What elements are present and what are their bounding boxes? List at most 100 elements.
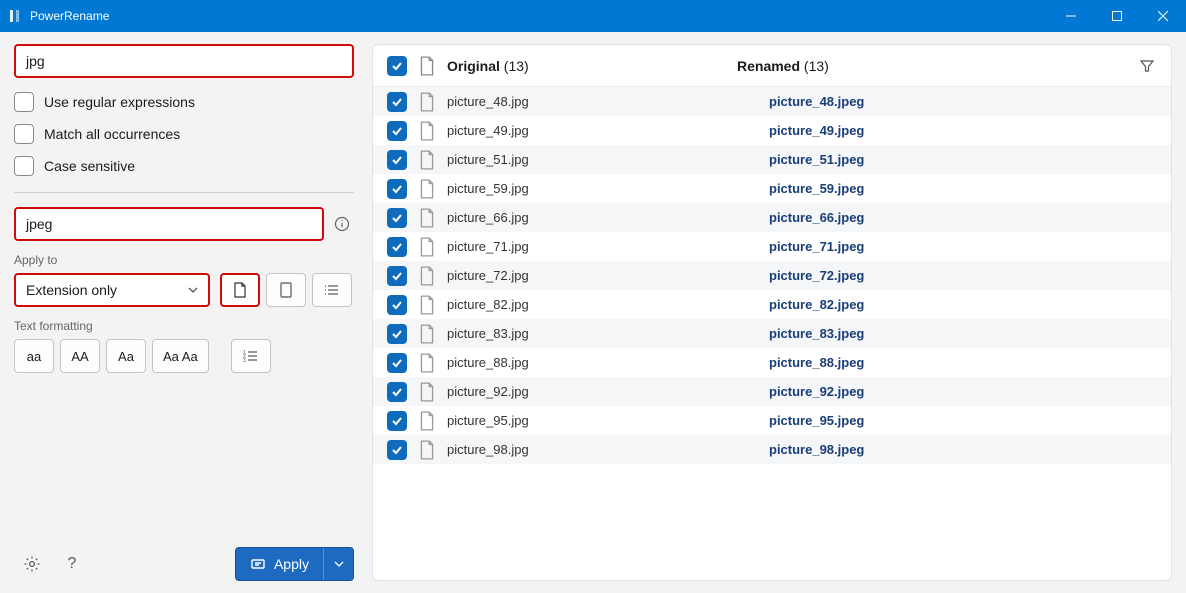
settings-button[interactable] — [14, 547, 50, 581]
file-icon — [419, 237, 435, 257]
file-icon — [419, 295, 435, 315]
row-checkbox[interactable] — [387, 92, 407, 112]
row-checkbox[interactable] — [387, 150, 407, 170]
file-rows: picture_48.jpgpicture_48.jpegpicture_49.… — [373, 87, 1171, 580]
maximize-button[interactable] — [1094, 0, 1140, 32]
option-case-sensitive[interactable]: Case sensitive — [14, 150, 354, 182]
format-titlecase-button[interactable]: Aa — [106, 339, 146, 373]
select-all-checkbox[interactable] — [387, 56, 407, 76]
row-checkbox[interactable] — [387, 208, 407, 228]
original-name: picture_95.jpg — [447, 413, 757, 428]
info-icon[interactable] — [330, 212, 354, 236]
file-row[interactable]: picture_92.jpg picture_92.jpeg — [373, 377, 1171, 406]
include-subfolders-button[interactable] — [312, 273, 352, 307]
file-row[interactable]: picture_59.jpgpicture_59.jpeg — [373, 174, 1171, 203]
apply-dropdown-button[interactable] — [323, 548, 353, 580]
row-checkbox[interactable] — [387, 382, 407, 402]
column-original[interactable]: Original (13) — [447, 58, 529, 74]
file-icon — [419, 150, 435, 170]
file-icon — [419, 266, 435, 286]
file-icon — [419, 382, 435, 402]
file-row[interactable]: picture_98.jpgpicture_98.jpeg — [373, 435, 1171, 464]
row-checkbox[interactable] — [387, 266, 407, 286]
list-icon — [324, 283, 340, 297]
renamed-name: picture_71.jpeg — [769, 239, 1157, 254]
help-button[interactable]: ? — [54, 547, 90, 581]
search-input[interactable]: jpg — [14, 44, 354, 78]
renamed-name: picture_82.jpeg — [769, 297, 1157, 312]
format-uppercase-button[interactable]: AA — [60, 339, 100, 373]
original-name: picture_82.jpg — [447, 297, 757, 312]
option-label: Use regular expressions — [44, 94, 195, 110]
original-name: picture_92.jpg — [447, 384, 757, 399]
include-files-button[interactable] — [220, 273, 260, 307]
file-row[interactable]: picture_72.jpg picture_72.jpeg — [373, 261, 1171, 290]
renamed-name: picture_48.jpeg — [769, 94, 1157, 109]
original-name: picture_71.jpg — [447, 239, 757, 254]
row-checkbox[interactable] — [387, 121, 407, 141]
renamed-name: picture_66.jpeg — [769, 210, 1157, 225]
renamed-name: picture_59.jpeg — [769, 181, 1157, 196]
apply-button[interactable]: Apply — [235, 547, 354, 581]
renamed-name: picture_92.jpeg — [769, 384, 1157, 399]
file-icon — [419, 324, 435, 344]
row-checkbox[interactable] — [387, 237, 407, 257]
file-row[interactable]: picture_83.jpg picture_83.jpeg — [373, 319, 1171, 348]
window-title: PowerRename — [30, 9, 109, 23]
chevron-down-icon — [334, 559, 344, 569]
option-label: Case sensitive — [44, 158, 135, 174]
original-name: picture_83.jpg — [447, 326, 757, 341]
folder-icon — [279, 282, 293, 298]
row-checkbox[interactable] — [387, 411, 407, 431]
dropdown-value: Extension only — [26, 282, 117, 298]
row-checkbox[interactable] — [387, 324, 407, 344]
enumerate-button[interactable]: 123 — [231, 339, 271, 373]
apply-icon — [250, 558, 266, 570]
include-folders-button[interactable] — [266, 273, 306, 307]
option-match-all[interactable]: Match all occurrences — [14, 118, 354, 150]
column-renamed[interactable]: Renamed (13) — [737, 58, 1125, 74]
file-row[interactable]: picture_51.jpgpicture_51.jpeg — [373, 145, 1171, 174]
file-icon — [419, 353, 435, 373]
enumerate-icon: 123 — [243, 349, 259, 363]
checkbox-icon — [14, 92, 34, 112]
file-row[interactable]: picture_95.jpg picture_95.jpeg — [373, 406, 1171, 435]
file-row[interactable]: picture_48.jpgpicture_48.jpeg — [373, 87, 1171, 116]
original-name: picture_49.jpg — [447, 123, 757, 138]
file-row[interactable]: picture_66.jpg picture_66.jpeg — [373, 203, 1171, 232]
format-lowercase-button[interactable]: aa — [14, 339, 54, 373]
file-icon — [419, 56, 435, 76]
replace-input[interactable]: jpeg — [14, 207, 324, 241]
file-icon — [419, 411, 435, 431]
original-name: picture_66.jpg — [447, 210, 757, 225]
renamed-name: picture_95.jpeg — [769, 413, 1157, 428]
file-icon — [233, 282, 247, 298]
minimize-button[interactable] — [1048, 0, 1094, 32]
divider — [14, 192, 354, 193]
file-row[interactable]: picture_82.jpg picture_82.jpeg — [373, 290, 1171, 319]
row-checkbox[interactable] — [387, 440, 407, 460]
renamed-name: picture_83.jpeg — [769, 326, 1157, 341]
filter-button[interactable] — [1137, 59, 1157, 73]
row-checkbox[interactable] — [387, 353, 407, 373]
file-row[interactable]: picture_49.jpgpicture_49.jpeg — [373, 116, 1171, 145]
option-use-regex[interactable]: Use regular expressions — [14, 86, 354, 118]
original-name: picture_72.jpg — [447, 268, 757, 283]
renamed-name: picture_72.jpeg — [769, 268, 1157, 283]
file-row[interactable]: picture_88.jpgpicture_88.jpeg — [373, 348, 1171, 377]
file-panel-header: Original (13) Renamed (13) — [373, 45, 1171, 87]
file-panel: Original (13) Renamed (13) picture_48.jp… — [372, 44, 1172, 581]
original-name: picture_88.jpg — [447, 355, 757, 370]
filter-icon — [1140, 59, 1154, 73]
file-icon — [419, 92, 435, 112]
row-checkbox[interactable] — [387, 179, 407, 199]
apply-label: Apply — [274, 556, 309, 572]
file-row[interactable]: picture_71.jpg picture_71.jpeg — [373, 232, 1171, 261]
close-button[interactable] — [1140, 0, 1186, 32]
apply-to-dropdown[interactable]: Extension only — [14, 273, 210, 307]
original-name: picture_51.jpg — [447, 152, 757, 167]
format-capitalize-button[interactable]: Aa Aa — [152, 339, 209, 373]
row-checkbox[interactable] — [387, 295, 407, 315]
app-icon — [0, 9, 30, 23]
sidebar: jpg Use regular expressions Match all oc… — [0, 32, 368, 593]
